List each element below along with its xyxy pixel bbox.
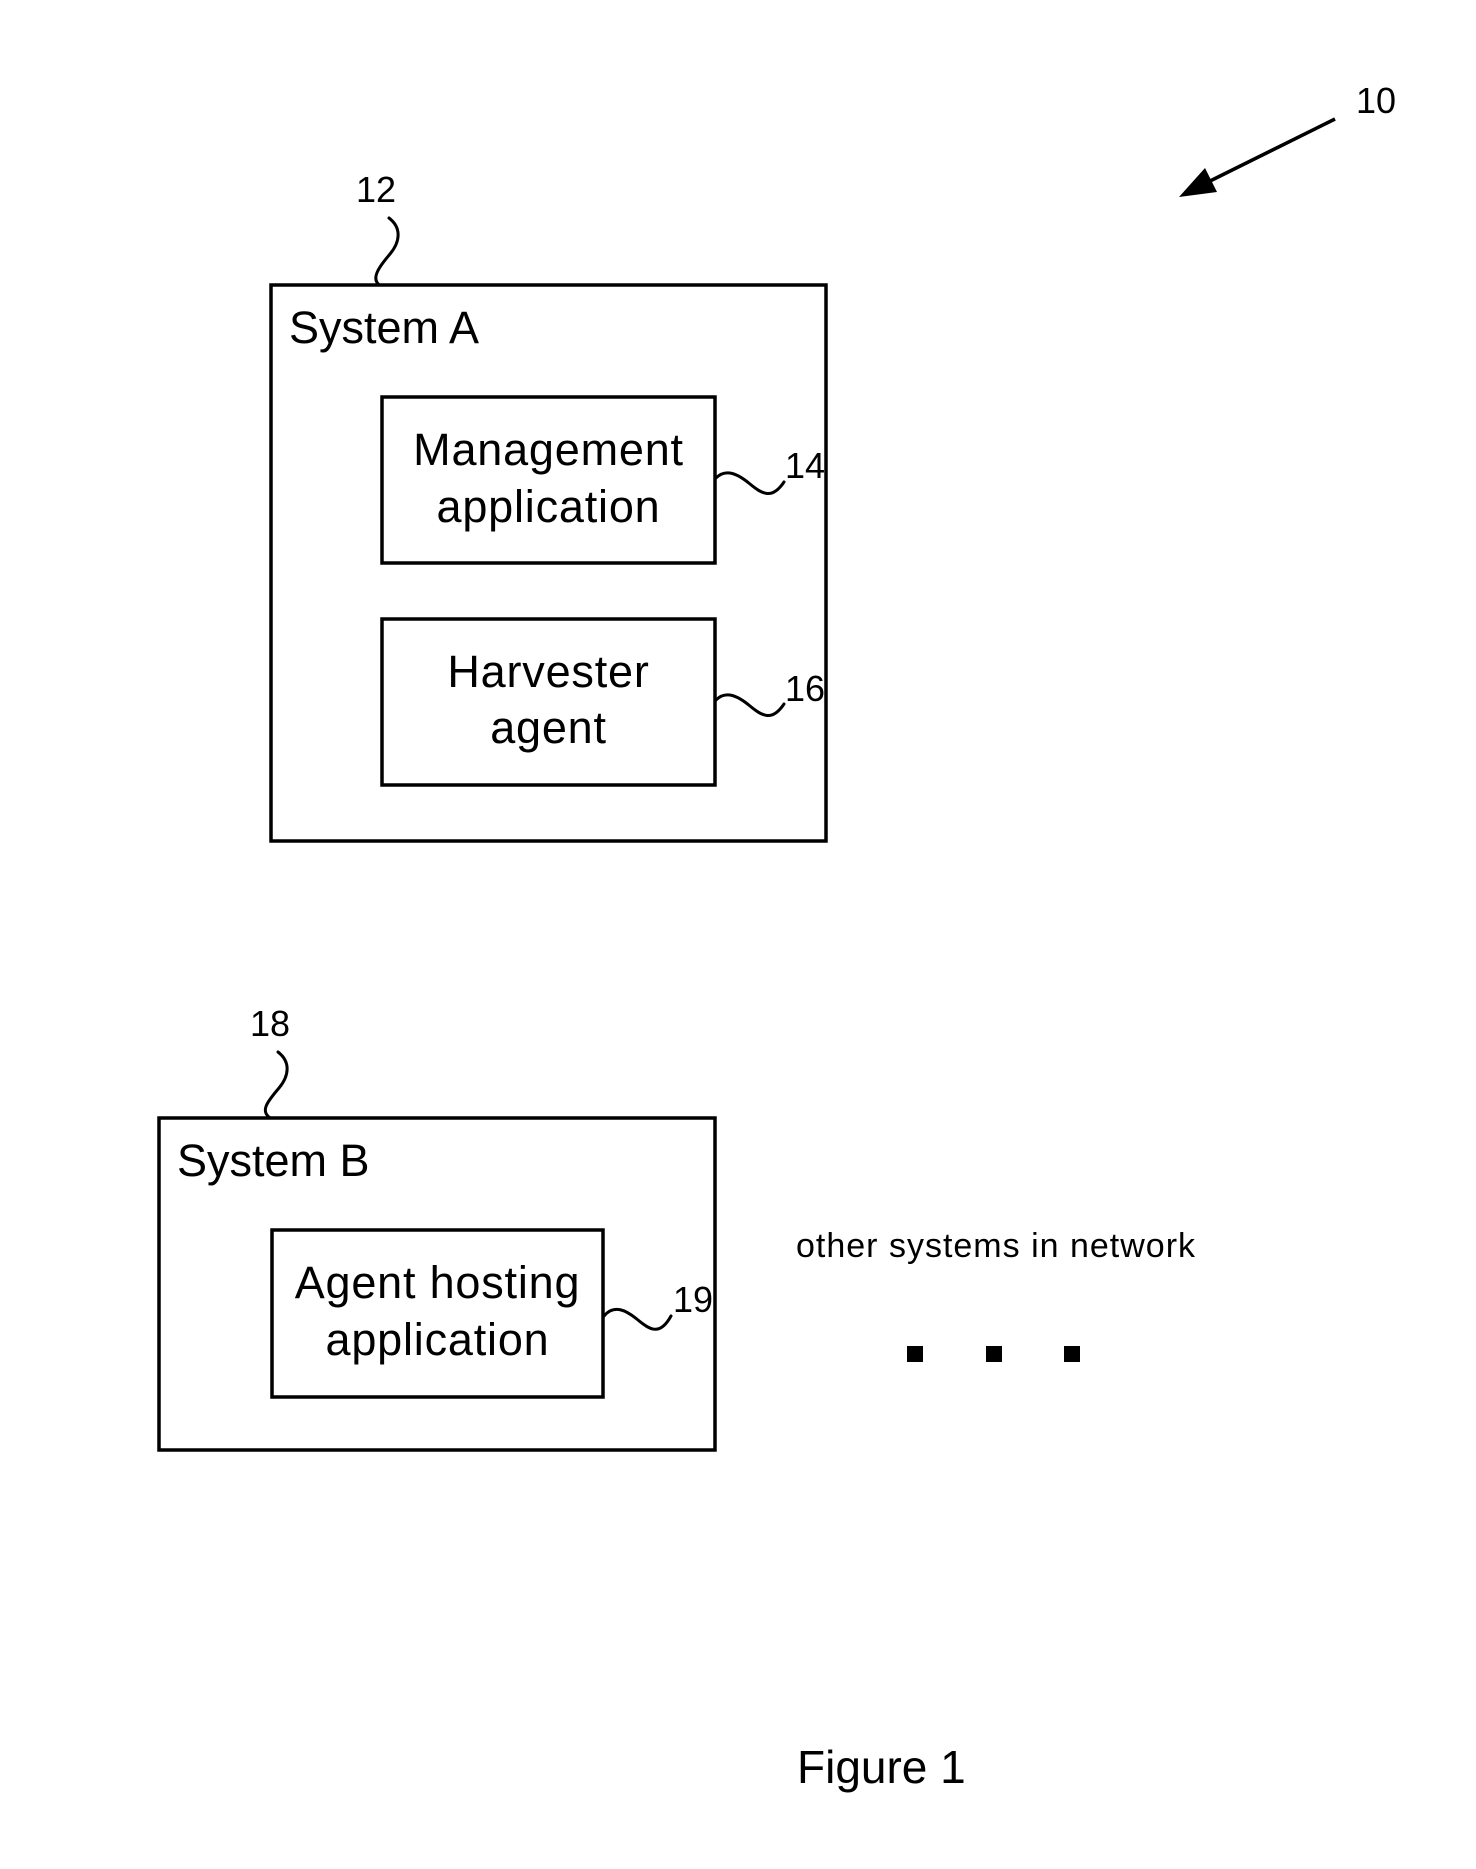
agent-hosting-application-line-2: application (326, 1314, 550, 1365)
ellipsis-dot (907, 1346, 923, 1362)
harvester-agent-line-2: agent (490, 702, 607, 753)
harvester-agent-line-1: Harvester (447, 646, 649, 697)
system-a-reference-label: 12 (356, 169, 396, 210)
harvester-agent-reference-label: 16 (785, 668, 825, 709)
other-systems-label: other systems in network (796, 1227, 1196, 1265)
agent-hosting-application-reference-label: 19 (673, 1279, 713, 1320)
figure-caption: Figure 1 (797, 1741, 966, 1793)
management-application-reference-label: 14 (785, 445, 825, 486)
ellipsis-dot (1064, 1346, 1080, 1362)
other-systems: other systems in network (796, 1227, 1196, 1362)
management-application-box (380, 395, 717, 565)
arrow-shaft (1199, 117, 1336, 188)
system-a: 12 System A Management application 14 Ha… (269, 169, 828, 843)
system-b-title: System B (177, 1135, 370, 1186)
management-application-line-2: application (437, 481, 661, 532)
system-a-leader-line (374, 216, 400, 288)
agent-hosting-application-line-1: Agent hosting (295, 1257, 581, 1308)
figure-diagram: 10 12 System A Management application 14… (157, 80, 1396, 1793)
system-b: 18 System B Agent hosting application 19 (157, 1003, 717, 1452)
management-application-line-1: Management (413, 424, 684, 475)
figure-reference-arrow: 10 (1179, 80, 1396, 197)
figure-reference-label: 10 (1356, 80, 1396, 121)
ellipsis-dot (986, 1346, 1002, 1362)
arrow-head-icon (1179, 168, 1217, 197)
system-b-leader-line (263, 1050, 289, 1121)
system-b-reference-label: 18 (250, 1003, 290, 1044)
system-a-title: System A (289, 302, 479, 353)
